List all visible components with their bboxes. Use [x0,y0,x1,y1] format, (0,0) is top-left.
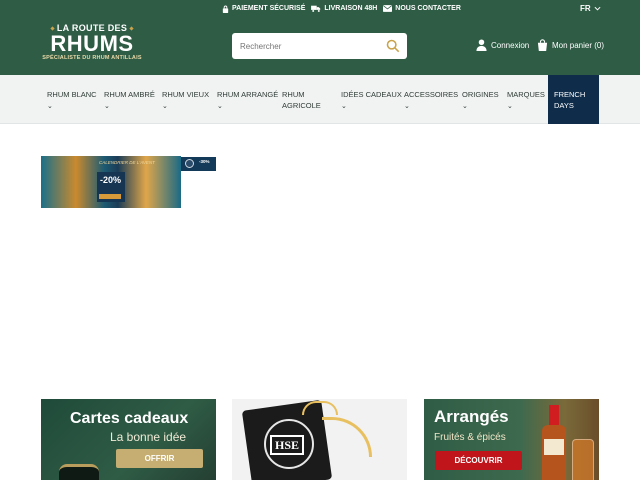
chevron-down-icon: ⌄ [47,103,53,110]
chevron-down-icon: ⌄ [404,103,410,110]
truck-icon [311,5,321,12]
rum-glass-image [572,439,594,480]
nav-label: RHUM AMBRÉ [104,90,155,99]
hse-logo: HSE [270,435,304,455]
main-navigation: RHUM BLANC ⌄ RHUM AMBRÉ ⌄ RHUM VIEUX ⌄ R… [0,75,640,124]
search-input[interactable] [240,41,380,51]
nav-item-origines[interactable]: ORIGINES ⌄ [462,75,499,124]
gift-cards-banner[interactable]: Cartes cadeaux La bonne idée OFFRIR [41,399,216,480]
nav-item-marques[interactable]: MARQUES ⌄ [507,75,545,124]
logo-line3: SPÉCIALISTE DU RHUM ANTILLAIS [42,55,142,61]
cart-label: Mon panier (0) [552,40,605,50]
search-box [232,33,407,59]
gift-jar-image [59,464,99,480]
nav-item-rhum-arrange[interactable]: RHUM ARRANGÉ ⌄ [217,75,278,124]
arranged-title: Arrangés [434,407,509,426]
contact-item[interactable]: NOUS CONTACTER [383,5,461,12]
site-logo[interactable]: LA ROUTE DES RHUMS SPÉCIALISTE DU RHUM A… [40,23,144,69]
nav-label: ORIGINES [462,90,499,99]
nav-label: FRENCH DAYS [554,90,586,110]
chevron-down-icon: ⌄ [462,103,468,110]
top-info-items: PAIEMENT SÉCURISÉ LIVRAISON 48H NOUS CON… [222,0,461,17]
nav-label: IDÉES CADEAUX [341,90,402,99]
nav-item-french-days[interactable]: FRENCH DAYS [548,75,599,124]
arranged-subtitle: Fruités & épicés [434,432,506,443]
nav-item-rhum-agricole[interactable]: RHUM AGRICOLE [282,75,322,124]
language-label: FR [580,4,591,13]
discover-button[interactable]: DÉCOUVRIR [435,451,522,470]
wing-decoration [322,417,372,457]
site-header: LA ROUTE DES RHUMS SPÉCIALISTE DU RHUM A… [0,17,640,75]
hse-product-banner[interactable]: HSE [232,399,407,480]
bottle-neck [549,405,559,425]
nav-label: RHUM AGRICOLE [282,90,321,110]
banner-button[interactable] [99,194,121,199]
chevron-down-icon: ⌄ [341,103,347,110]
envelope-icon [383,5,393,12]
language-selector[interactable]: FR [580,0,601,17]
nav-label: RHUM ARRANGÉ [217,90,279,99]
banner-badge: -30% [199,159,210,164]
user-icon [476,39,487,51]
banner-badge-area[interactable]: -30% [181,157,216,171]
nav-item-rhum-vieux[interactable]: RHUM VIEUX ⌄ [162,75,209,124]
bottle-label [544,439,564,455]
shopping-bag-icon [537,39,548,51]
secure-payment-label: PAIEMENT SÉCURISÉ [232,5,306,12]
badge-logo-icon [185,159,194,168]
search-icon[interactable] [386,39,400,53]
gift-cards-title: Cartes cadeaux [70,410,189,427]
nav-item-accessoires[interactable]: ACCESSOIRES ⌄ [404,75,458,124]
chevron-down-icon: ⌄ [162,103,168,110]
nav-item-rhum-blanc[interactable]: RHUM BLANC ⌄ [47,75,97,124]
nav-label: MARQUES [507,90,545,99]
chevron-down-icon: ⌄ [217,103,223,110]
login-link[interactable]: Connexion [476,39,529,51]
top-info-bar: PAIEMENT SÉCURISÉ LIVRAISON 48H NOUS CON… [0,0,640,17]
banner-title: CALENDRIER DE L'AVENT [99,160,155,165]
login-label: Connexion [491,40,530,50]
nav-item-idees-cadeaux[interactable]: IDÉES CADEAUX ⌄ [341,75,402,124]
banner-discount: -20% [100,175,122,185]
delivery-label: LIVRAISON 48H [324,5,378,12]
delivery-item[interactable]: LIVRAISON 48H [311,5,377,12]
contact-label: NOUS CONTACTER [395,5,461,12]
chevron-down-icon [594,6,601,11]
logo-diamond-left [50,25,55,31]
logo-diamond-right [129,25,134,31]
nav-item-rhum-ambre[interactable]: RHUM AMBRÉ ⌄ [104,75,155,124]
chevron-down-icon: ⌄ [104,103,110,110]
nav-label: RHUM VIEUX [162,90,210,99]
rum-bottle-image [542,405,566,480]
wing-decoration-top [302,401,338,415]
nav-label: RHUM BLANC [47,90,97,99]
secure-payment-item[interactable]: PAIEMENT SÉCURISÉ [222,5,305,13]
logo-line2: RHUMS [50,31,134,56]
gift-cards-subtitle: La bonne idée [110,430,187,444]
cart-link[interactable]: Mon panier (0) [537,39,604,51]
offer-button[interactable]: OFFRIR [116,449,203,468]
lock-icon [222,5,229,13]
chevron-down-icon: ⌄ [507,103,513,110]
arranged-rum-banner[interactable]: Arrangés Fruités & épicés DÉCOUVRIR [424,399,599,480]
nav-label: ACCESSOIRES [404,90,459,99]
